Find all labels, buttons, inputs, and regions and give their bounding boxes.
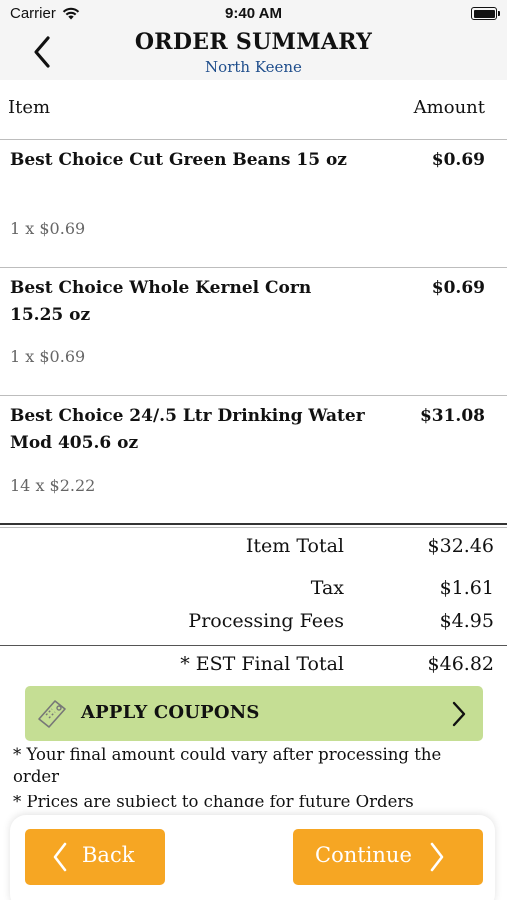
price-change-note: * Prices are subject to change for futur… xyxy=(13,795,414,807)
back-button[interactable]: Back xyxy=(25,829,165,885)
chevron-right-icon xyxy=(430,842,444,872)
apply-coupons-button[interactable]: APPLY COUPONS xyxy=(25,686,483,741)
coupon-tag-icon xyxy=(38,700,66,728)
list-item: Best Choice Whole Kernel Corn 15.25 oz $… xyxy=(0,275,507,395)
final-total-value: $46.82 xyxy=(427,653,494,675)
item-quantity: 1 x $0.69 xyxy=(10,219,86,238)
list-item: Best Choice Cut Green Beans 15 oz $0.69 … xyxy=(0,147,507,267)
divider xyxy=(0,523,507,525)
item-price: $31.08 xyxy=(419,406,485,426)
tax-label: Tax xyxy=(310,577,344,599)
apply-coupons-label: APPLY COUPONS xyxy=(81,702,260,723)
price-note: * Your final amount could vary after pro… xyxy=(13,745,442,786)
column-header-item: Item xyxy=(8,97,51,118)
column-header-amount: Amount xyxy=(413,97,485,118)
item-total-label: Item Total xyxy=(245,535,344,557)
item-price: $0.69 xyxy=(431,150,485,170)
divider xyxy=(0,527,507,528)
divider xyxy=(0,645,507,646)
item-quantity: 1 x $0.69 xyxy=(10,347,86,366)
divider xyxy=(0,395,507,396)
nav-header: ORDER SUMMARY North Keene xyxy=(0,26,507,80)
divider xyxy=(0,139,507,140)
chevron-left-icon xyxy=(53,842,67,872)
processing-fees-value: $4.95 xyxy=(439,610,494,632)
item-quantity: 14 x $2.22 xyxy=(10,476,96,495)
tax-value: $1.61 xyxy=(439,577,494,599)
item-price: $0.69 xyxy=(431,278,485,298)
note-clip: * Prices are subject to change for futur… xyxy=(0,795,507,807)
item-name: Best Choice 24/.5 Ltr Drinking Water Mod… xyxy=(10,406,365,453)
status-time: 9:40 AM xyxy=(225,5,282,22)
processing-fees-label: Processing Fees xyxy=(188,610,344,632)
final-total-label: * EST Final Total xyxy=(180,653,344,675)
item-name: Best Choice Whole Kernel Corn 15.25 oz xyxy=(10,278,312,325)
divider xyxy=(0,267,507,268)
list-item: Best Choice 24/.5 Ltr Drinking Water Mod… xyxy=(0,403,507,523)
store-name: North Keene xyxy=(205,58,302,76)
item-name: Best Choice Cut Green Beans 15 oz xyxy=(10,150,347,170)
battery-icon xyxy=(471,7,500,20)
status-bar: Carrier 9:40 AM xyxy=(0,0,507,26)
item-total-value: $32.46 xyxy=(427,535,494,557)
continue-button-label: Continue xyxy=(315,843,412,867)
chevron-right-icon xyxy=(452,701,466,727)
page-title: ORDER SUMMARY xyxy=(134,29,373,55)
continue-button[interactable]: Continue xyxy=(293,829,483,885)
back-button-label: Back xyxy=(82,843,135,867)
